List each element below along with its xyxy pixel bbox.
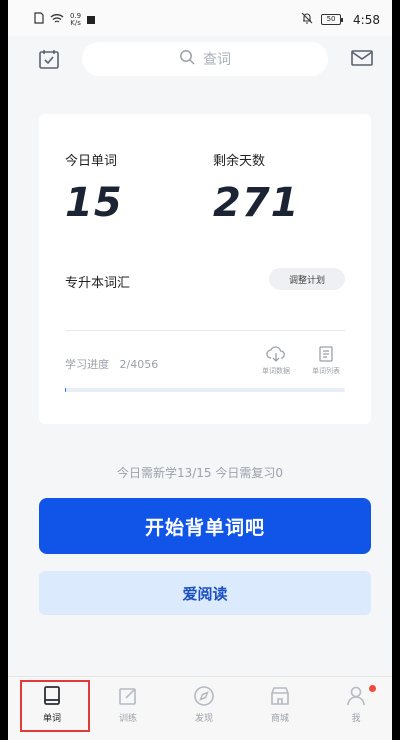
notification-icon (87, 15, 96, 24)
nav-label-discover: 发现 (194, 714, 213, 724)
remaining-days-value: 271 (213, 180, 300, 226)
nav-tab-me[interactable]: 我 (326, 685, 386, 724)
adjust-plan-button[interactable]: 调整计划 (269, 268, 345, 290)
wifi-icon (50, 13, 64, 27)
word-list-label: 单词列表 (312, 367, 340, 375)
nav-tab-training[interactable]: 训练 (98, 685, 158, 724)
person-icon (326, 685, 386, 707)
cloud-download-icon (251, 346, 301, 362)
status-left: 0.9 K/s (34, 12, 96, 27)
compass-icon (174, 685, 234, 707)
nav-label-training: 训练 (118, 714, 137, 724)
mute-bell-icon (301, 12, 313, 27)
nav-label-me: 我 (351, 714, 361, 724)
progress-value: 2/4056 (119, 358, 159, 371)
progress-bar (65, 388, 345, 392)
study-card: 今日单词 15 剩余天数 271 专升本词汇 调整计划 学习进度 2/4056 … (39, 114, 371, 424)
clock: 4:58 (353, 12, 380, 27)
shop-icon (250, 685, 310, 707)
status-bar: 0.9 K/s 50 4:58 (8, 0, 392, 36)
daily-summary: 今日需新学13/15 今日需复习0 (116, 466, 284, 480)
today-words-value: 15 (65, 180, 123, 226)
nav-tab-shop[interactable]: 商城 (250, 685, 310, 724)
today-words-label: 今日单词 (65, 154, 118, 169)
sim-icon (34, 12, 44, 27)
card-divider (65, 330, 345, 331)
calendar-check-icon[interactable] (38, 48, 60, 70)
remaining-days-label: 剩余天数 (213, 154, 266, 169)
list-doc-icon (301, 346, 351, 362)
battery-icon: 50 (321, 14, 344, 25)
notification-badge (369, 685, 376, 692)
edit-icon (98, 685, 158, 707)
word-data-button[interactable]: 单词数据 (251, 346, 301, 376)
nav-tab-discover[interactable]: 发现 (174, 685, 234, 724)
mail-icon[interactable] (350, 48, 374, 70)
search-bar[interactable]: 查词 (82, 42, 328, 76)
progress-label: 学习进度 (65, 358, 109, 371)
status-right: 50 4:58 (301, 12, 380, 27)
nav-label-shop: 商城 (270, 714, 289, 724)
word-list-button[interactable]: 单词列表 (301, 346, 351, 376)
vocab-book-name: 专升本词汇 (65, 276, 131, 291)
word-data-label: 单词数据 (262, 367, 290, 375)
search-icon (179, 49, 195, 69)
start-learning-button[interactable]: 开始背单词吧 (39, 498, 371, 554)
phone-screen: 0.9 K/s 50 4:58 查词 今日单词 15 剩余天数 271 专升本词… (8, 0, 392, 740)
progress-text: 学习进度 2/4056 (65, 356, 158, 372)
speed-unit: K/s (70, 18, 81, 27)
search-placeholder: 查词 (203, 52, 231, 68)
top-bar: 查词 (8, 36, 392, 84)
reading-button[interactable]: 爱阅读 (39, 571, 371, 615)
network-speed: 0.9 K/s (70, 12, 81, 27)
active-tab-highlight (20, 680, 90, 732)
